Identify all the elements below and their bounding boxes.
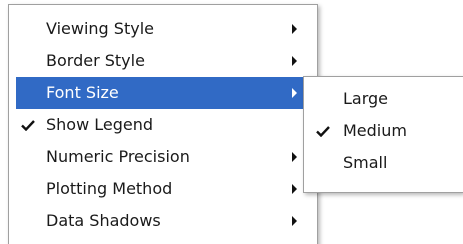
menu-item-label: Data Shadows [46, 211, 161, 230]
menu-item-label: Numeric Precision [46, 147, 190, 166]
submenu-arrow-icon [292, 152, 297, 162]
submenu-arrow-icon [292, 88, 297, 98]
menu-item-label: Large [343, 89, 389, 108]
menu-item-data-shadows[interactable]: Data Shadows [9, 205, 317, 237]
menu-item-numeric-precision[interactable]: Numeric Precision [9, 141, 317, 173]
menu-item-label: Font Size [46, 83, 119, 102]
menu-item-label: Small [343, 153, 388, 172]
submenu-arrow-icon [292, 24, 297, 34]
menu-item-viewing-style[interactable]: Viewing Style [9, 13, 317, 45]
checkmark-icon [21, 109, 39, 141]
submenu-item-large[interactable]: Large [304, 83, 463, 115]
menu-item-label: Medium [343, 121, 407, 140]
submenu-item-medium[interactable]: Medium [304, 115, 463, 147]
context-menu-stage: Viewing Style Border Style Font Size Sho… [0, 0, 463, 244]
menu-item-font-size[interactable]: Font Size [16, 77, 309, 109]
menu-item-label: Plotting Method [46, 179, 173, 198]
menu-item-label: Viewing Style [46, 19, 154, 38]
checkmark-icon [316, 115, 334, 147]
submenu-arrow-icon [292, 216, 297, 226]
menu-item-label: Show Legend [46, 115, 154, 134]
menu-item-show-legend[interactable]: Show Legend [9, 109, 317, 141]
context-menu: Viewing Style Border Style Font Size Sho… [8, 4, 318, 244]
menu-item-label: Border Style [46, 51, 145, 70]
submenu-arrow-icon [292, 56, 297, 66]
submenu-item-small[interactable]: Small [304, 147, 463, 179]
font-size-submenu: Large Medium Small [303, 76, 463, 193]
submenu-arrow-icon [292, 184, 297, 194]
menu-item-plotting-method[interactable]: Plotting Method [9, 173, 317, 205]
menu-item-border-style[interactable]: Border Style [9, 45, 317, 77]
